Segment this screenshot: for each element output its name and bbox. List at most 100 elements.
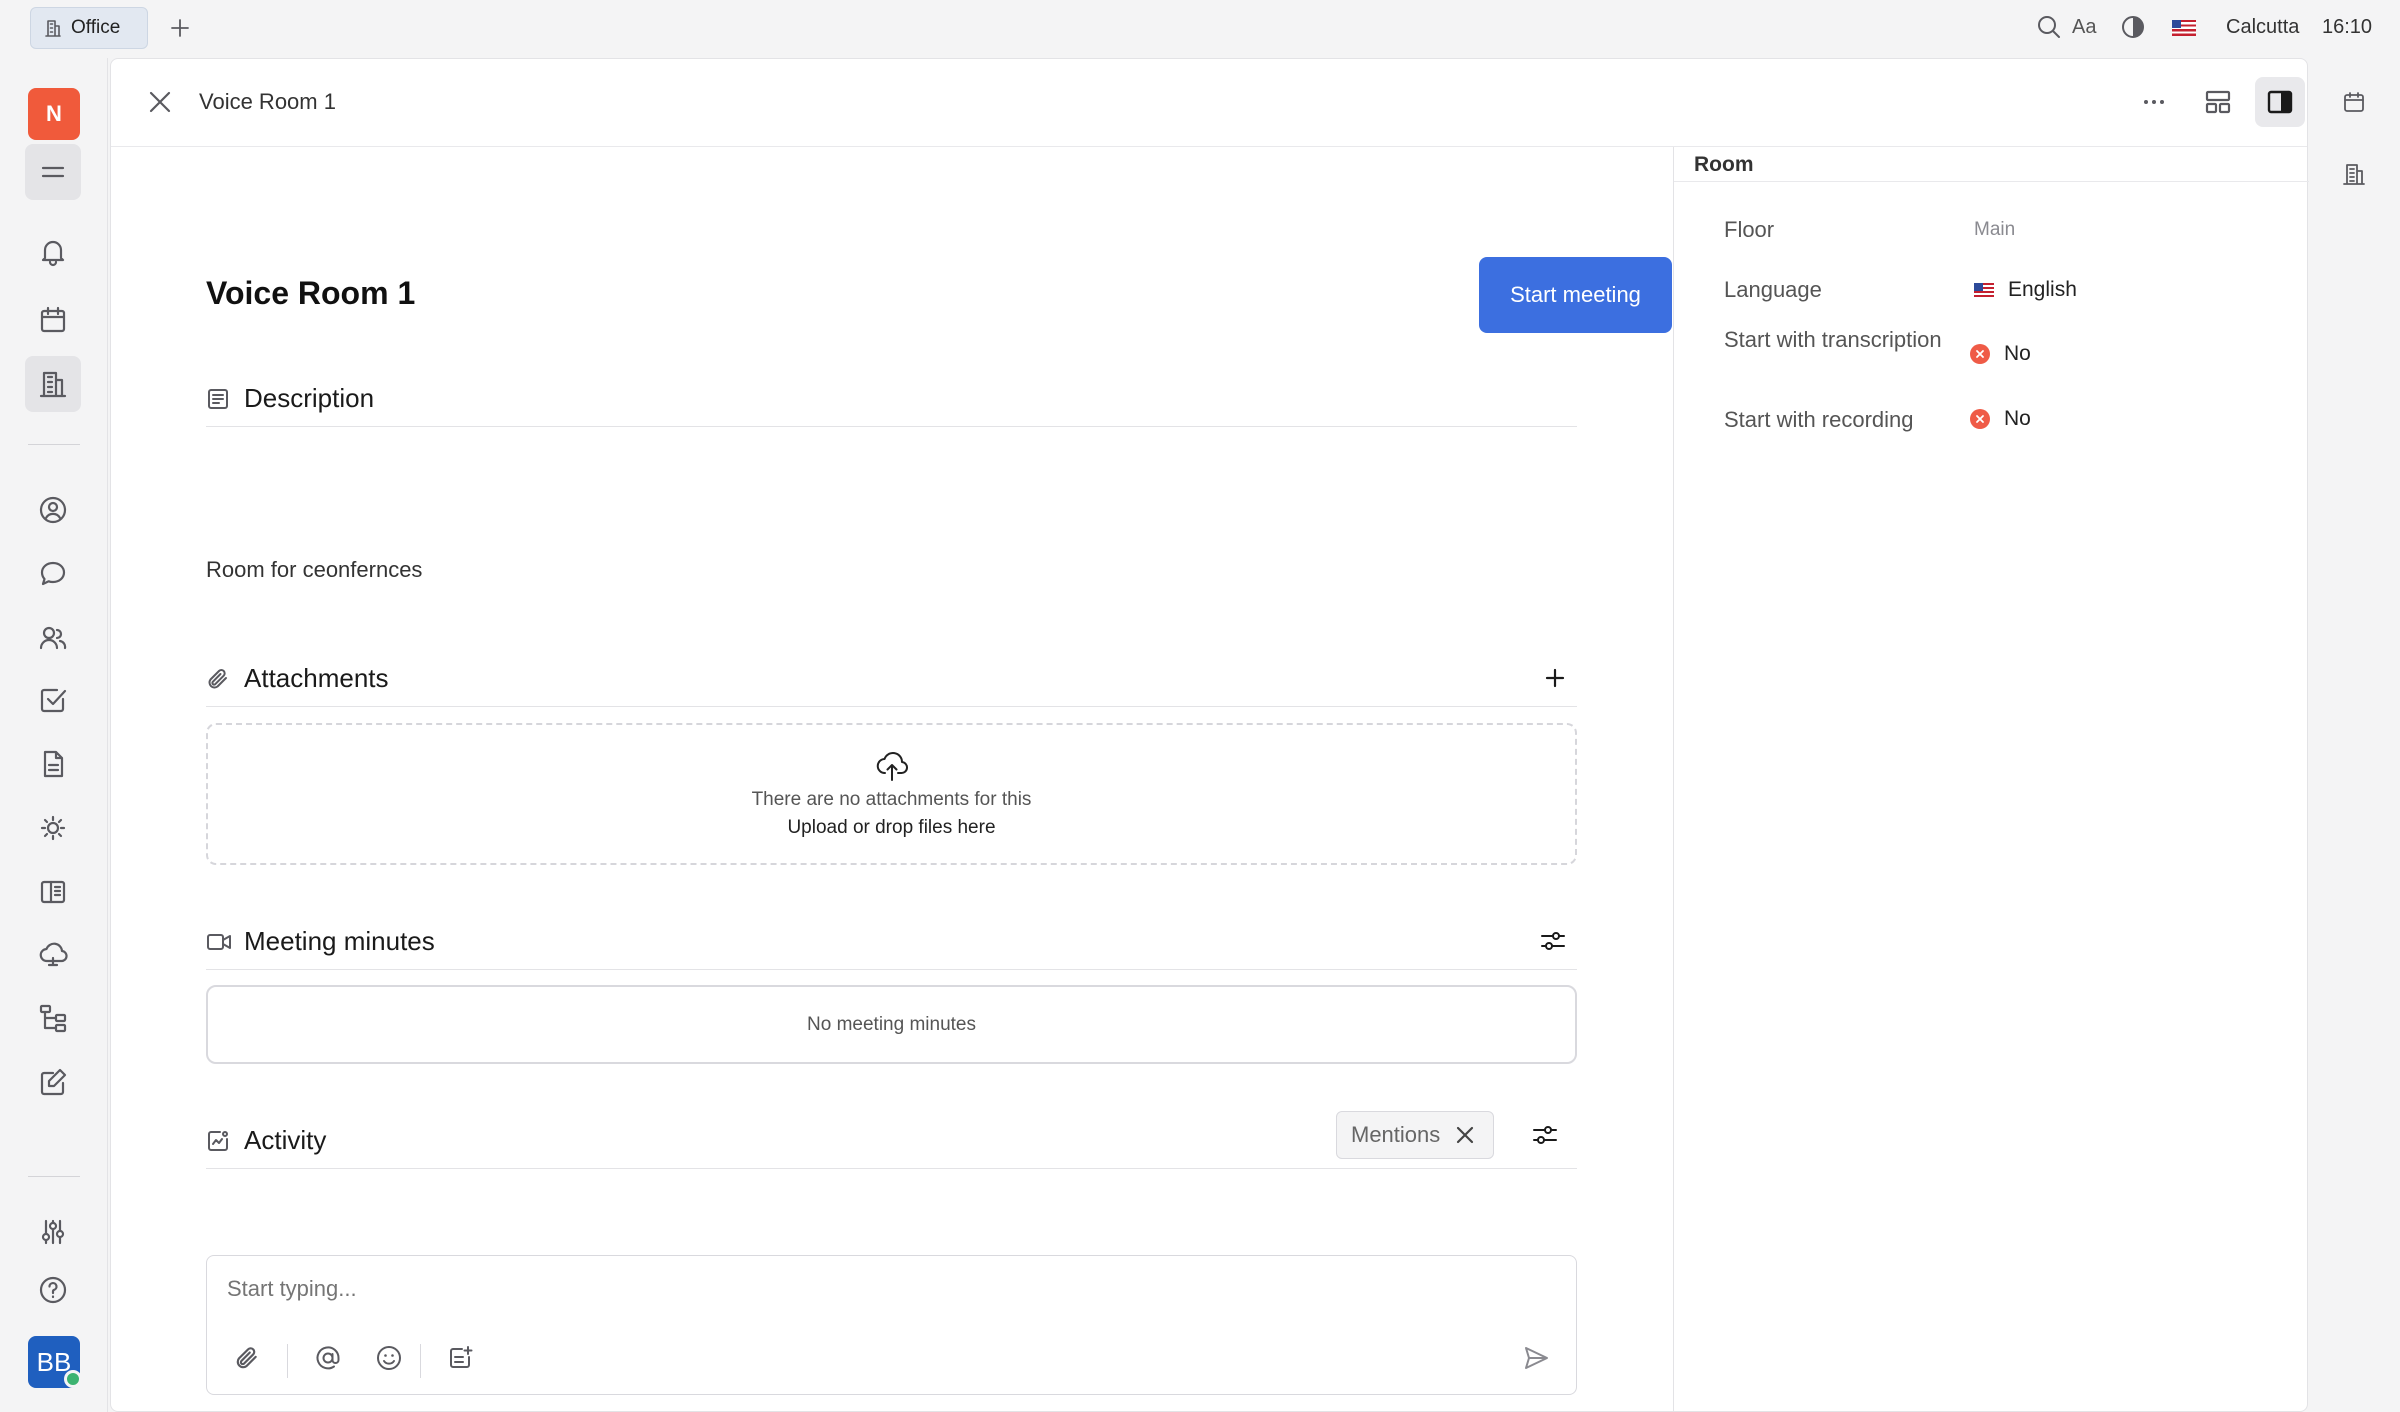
toolbar-divider bbox=[420, 1344, 421, 1378]
insert-widget-icon[interactable] bbox=[440, 1338, 480, 1378]
new-tab-button[interactable] bbox=[168, 16, 192, 40]
activity-filter-button[interactable] bbox=[1531, 1122, 1559, 1148]
emoji-icon[interactable] bbox=[369, 1338, 409, 1378]
remove-chip-icon[interactable] bbox=[1454, 1124, 1476, 1146]
room-properties-aside: Room Floor Main Language English Start w… bbox=[1673, 147, 2309, 1412]
tab-office[interactable]: Office bbox=[30, 7, 148, 49]
add-attachment-button[interactable] bbox=[1542, 665, 1568, 691]
recording-value: No bbox=[2004, 407, 2031, 430]
hierarchy-icon bbox=[38, 1003, 68, 1033]
ellipsis-icon bbox=[2141, 89, 2167, 115]
prop-label-recording: Start with recording bbox=[1724, 407, 1914, 432]
left-navigation: N BB bbox=[0, 58, 108, 1412]
video-camera-icon bbox=[206, 930, 232, 954]
start-meeting-button[interactable]: Start meeting bbox=[1479, 257, 1672, 333]
aside-toggle-button[interactable] bbox=[2255, 77, 2305, 127]
room-content: Voice Room 1 Start meeting Description R… bbox=[206, 147, 1672, 1412]
breadcrumb-title: Voice Room 1 bbox=[199, 89, 336, 114]
search-icon[interactable] bbox=[2036, 14, 2062, 40]
book-icon bbox=[38, 877, 68, 907]
nav-office[interactable] bbox=[25, 356, 81, 412]
theme-contrast-icon[interactable] bbox=[2120, 14, 2146, 40]
top-bar: Office Aa Calcutta 16:10 bbox=[0, 0, 2400, 58]
more-options-button[interactable] bbox=[2129, 77, 2179, 127]
attachments-empty-text: There are no attachments for this bbox=[751, 789, 1032, 810]
cloud-upload-icon bbox=[875, 749, 909, 783]
attachments-heading: Attachments bbox=[244, 663, 389, 693]
send-icon[interactable] bbox=[1516, 1338, 1556, 1378]
chip-label: Mentions bbox=[1351, 1122, 1441, 1147]
language-flag-icon[interactable] bbox=[2172, 20, 2196, 36]
prop-value-transcription[interactable]: No bbox=[1970, 342, 2031, 366]
layout-icon bbox=[2204, 88, 2232, 116]
layout-toggle-button[interactable] bbox=[2193, 77, 2243, 127]
aside-title: Room bbox=[1694, 153, 1754, 176]
nav-planner[interactable] bbox=[25, 800, 81, 856]
nav-help[interactable] bbox=[25, 1262, 81, 1318]
nav-team[interactable] bbox=[25, 610, 81, 666]
x-circle-icon bbox=[1970, 409, 1990, 429]
tab-label: Office bbox=[71, 17, 121, 38]
rail-calendar-button[interactable] bbox=[2342, 90, 2366, 114]
page-title: Voice Room 1 bbox=[206, 275, 416, 311]
building-icon bbox=[45, 19, 61, 37]
nav-settings[interactable] bbox=[25, 1204, 81, 1260]
presence-indicator bbox=[64, 1370, 82, 1388]
nav-divider bbox=[28, 1176, 80, 1177]
nav-calendar[interactable] bbox=[25, 292, 81, 348]
toolbar-divider bbox=[287, 1344, 288, 1378]
nav-contacts[interactable] bbox=[25, 482, 81, 538]
paperclip-icon bbox=[206, 667, 230, 691]
attachments-dropzone[interactable]: There are no attachments for this Upload… bbox=[206, 723, 1577, 865]
pencil-square-icon bbox=[38, 1067, 68, 1097]
activity-icon bbox=[206, 1129, 230, 1153]
mention-icon[interactable] bbox=[308, 1338, 348, 1378]
floor-value: Main bbox=[1974, 219, 2016, 240]
calendar-icon bbox=[38, 305, 68, 335]
prop-label-language: Language bbox=[1724, 277, 1822, 302]
meeting-minutes-heading: Meeting minutes bbox=[244, 926, 435, 956]
menu-button[interactable] bbox=[25, 144, 81, 200]
nav-edit[interactable] bbox=[25, 1054, 81, 1110]
sidebar-panel-icon bbox=[2266, 88, 2294, 116]
message-input[interactable] bbox=[227, 1276, 1547, 1302]
nav-cloud[interactable] bbox=[25, 926, 81, 982]
nav-tasks[interactable] bbox=[25, 672, 81, 728]
close-button[interactable] bbox=[145, 87, 175, 117]
prop-label-floor: Floor bbox=[1724, 217, 1775, 242]
timezone-label[interactable]: Calcutta bbox=[2226, 16, 2299, 39]
prop-value-language[interactable]: English bbox=[1974, 278, 2077, 302]
description-icon bbox=[206, 387, 230, 411]
transcription-value: No bbox=[2004, 342, 2031, 365]
meeting-minutes-empty: No meeting minutes bbox=[206, 985, 1577, 1064]
sun-icon bbox=[38, 813, 68, 843]
upload-link[interactable]: Upload or drop files here bbox=[787, 817, 995, 839]
close-icon bbox=[145, 87, 175, 117]
attachments-section-header: Attachments bbox=[206, 647, 1577, 707]
document-icon bbox=[38, 749, 68, 779]
building-icon bbox=[2342, 162, 2366, 186]
calendar-icon bbox=[2342, 90, 2366, 114]
prop-value-recording[interactable]: No bbox=[1970, 407, 2031, 431]
description-heading: Description bbox=[244, 383, 375, 413]
person-circle-icon bbox=[38, 495, 68, 525]
nav-recruiting[interactable] bbox=[25, 990, 81, 1046]
font-size-toggle[interactable]: Aa bbox=[2072, 16, 2096, 39]
hamburger-icon bbox=[39, 158, 67, 186]
nav-chat[interactable] bbox=[25, 546, 81, 602]
meeting-minutes-section-header: Meeting minutes bbox=[206, 910, 1577, 970]
rail-office-button[interactable] bbox=[2342, 162, 2366, 186]
nav-documents[interactable] bbox=[25, 736, 81, 792]
nav-drive[interactable] bbox=[25, 864, 81, 920]
mentions-filter-chip[interactable]: Mentions bbox=[1336, 1111, 1494, 1159]
workspace-badge[interactable]: N bbox=[28, 88, 80, 140]
language-value: English bbox=[2008, 278, 2077, 301]
aside-header: Room bbox=[1674, 147, 2309, 182]
nav-notifications[interactable] bbox=[25, 224, 81, 280]
x-circle-icon bbox=[1970, 344, 1990, 364]
minutes-filter-button[interactable] bbox=[1539, 928, 1567, 954]
description-text[interactable]: Room for ceonfernces bbox=[206, 557, 422, 583]
prop-value-floor[interactable]: Main bbox=[1974, 219, 2015, 241]
cloud-icon bbox=[38, 939, 68, 969]
attach-file-icon[interactable] bbox=[227, 1338, 267, 1378]
